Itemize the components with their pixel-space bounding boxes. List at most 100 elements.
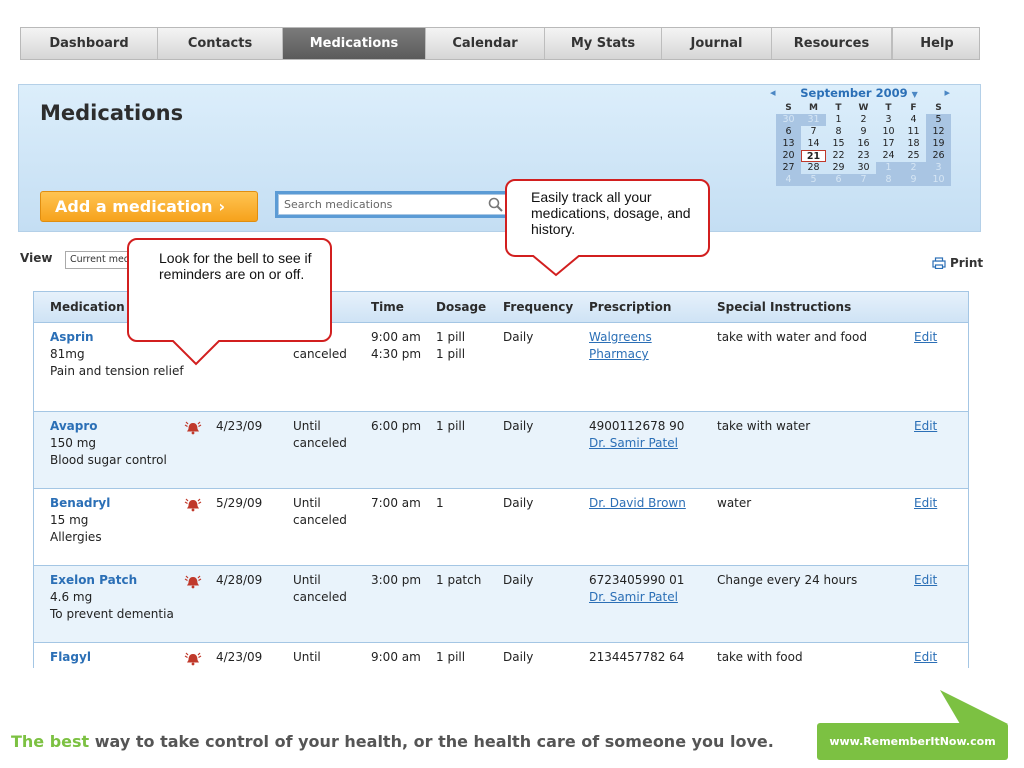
nav-tab-resources[interactable]: Resources <box>772 28 892 59</box>
calendar-grid: S M T W T F S 30 31 1 2 3 4 5 6 7 8 9 10 11 12 13 14 15 16 17 18 19… <box>776 102 954 186</box>
calendar-day[interactable]: 8 <box>826 126 851 138</box>
calendar-day[interactable]: 4 <box>776 174 801 186</box>
website-link[interactable]: www.RememberItNow.com <box>817 723 1008 760</box>
calendar-day[interactable]: 1 <box>826 114 851 126</box>
bell-icon[interactable] <box>184 497 202 512</box>
calendar-day[interactable]: 15 <box>826 138 851 150</box>
calendar-day[interactable]: 8 <box>876 174 901 186</box>
medication-name[interactable]: Flagyl <box>50 649 91 666</box>
medication-name[interactable]: Avapro <box>50 418 98 435</box>
calendar-day[interactable]: 7 <box>801 126 826 138</box>
tagline-highlight: The best <box>11 732 90 751</box>
edit-link-text[interactable]: Edit <box>914 419 937 433</box>
print-button[interactable]: Print <box>932 256 983 270</box>
calendar-day[interactable]: 28 <box>801 162 826 174</box>
table-row: Benadryl 15 mg Allergies 5/29/09 Until cance… <box>34 489 968 566</box>
calendar-day[interactable]: 12 <box>926 126 951 138</box>
nav-tab-dashboard[interactable]: Dashboard <box>21 28 158 59</box>
prescription-number: 2134457782 64 <box>589 650 685 664</box>
calendar-day[interactable]: 14 <box>801 138 826 150</box>
bell-icon[interactable] <box>184 651 202 666</box>
medication-time: 3:00 pm <box>371 573 422 587</box>
calendar-day[interactable]: 24 <box>876 150 901 162</box>
edit-link-text[interactable]: Edit <box>914 573 937 587</box>
calendar-weekday: T <box>885 103 892 113</box>
col-prescription: Prescription <box>589 300 672 314</box>
prescription-link-text[interactable]: Walgreens Pharmacy <box>589 330 652 361</box>
calendar-day[interactable]: 11 <box>901 126 926 138</box>
medication-name[interactable]: Asprin <box>50 329 94 346</box>
search-icon[interactable] <box>487 197 505 213</box>
calendar-day[interactable]: 30 <box>851 162 876 174</box>
nav-tab-calendar[interactable]: Calendar <box>426 28 545 59</box>
calendar-day[interactable]: 9 <box>851 126 876 138</box>
nav-tab-contacts[interactable]: Contacts <box>158 28 283 59</box>
prescription-link-text[interactable]: Dr. Samir Patel <box>589 436 678 450</box>
calendar-dropdown-icon[interactable]: ▼ <box>912 90 918 99</box>
nav-tab-medications[interactable]: Medications <box>283 28 426 59</box>
col-dosage: Dosage <box>436 300 487 314</box>
reminder-start-date: 4/23/09 <box>216 650 263 664</box>
calendar-day[interactable]: 13 <box>776 138 801 150</box>
calendar-day[interactable]: 18 <box>901 138 926 150</box>
edit-link-text[interactable]: Edit <box>914 650 937 664</box>
bell-icon[interactable] <box>184 574 202 589</box>
nav-tab-journal[interactable]: Journal <box>662 28 772 59</box>
calendar-day[interactable]: 7 <box>851 174 876 186</box>
calendar-next-icon[interactable]: ▸ <box>944 86 950 99</box>
calendar-prev-icon[interactable]: ◂ <box>770 86 776 99</box>
calendar-day[interactable]: 30 <box>776 114 801 126</box>
prescription-link[interactable]: Dr. Samir Patel <box>589 589 699 606</box>
prescription-link-text[interactable]: Dr. David Brown <box>589 496 686 510</box>
add-medication-button[interactable]: Add a medication › <box>40 191 258 222</box>
search-input[interactable] <box>284 196 454 213</box>
calendar-day[interactable]: 10 <box>876 126 901 138</box>
calendar-day[interactable]: 25 <box>901 150 926 162</box>
prescription-link[interactable]: Walgreens Pharmacy <box>589 329 699 363</box>
calendar-day[interactable]: 17 <box>876 138 901 150</box>
calendar-day[interactable]: 9 <box>901 174 926 186</box>
calendar-day[interactable]: 26 <box>926 150 951 162</box>
nav-tab-my-stats[interactable]: My Stats <box>545 28 662 59</box>
calendar-day[interactable]: 10 <box>926 174 951 186</box>
calendar-day[interactable]: 20 <box>776 150 801 162</box>
calendar-day[interactable]: 3 <box>876 114 901 126</box>
edit-link[interactable]: Edit <box>914 649 937 666</box>
edit-link-text[interactable]: Edit <box>914 496 937 510</box>
calendar-day[interactable]: 1 <box>876 162 901 174</box>
edit-link[interactable]: Edit <box>914 495 937 512</box>
reminder-end: Until canceled <box>293 573 347 604</box>
medication-name[interactable]: Exelon Patch <box>50 572 137 589</box>
edit-link[interactable]: Edit <box>914 329 937 346</box>
calendar-day[interactable]: 6 <box>826 174 851 186</box>
calendar-day[interactable]: 31 <box>801 114 826 126</box>
calendar-day[interactable]: 2 <box>851 114 876 126</box>
prescription-link[interactable]: Dr. David Brown <box>589 495 699 512</box>
calendar-day[interactable]: 6 <box>776 126 801 138</box>
calendar-day[interactable]: 5 <box>926 114 951 126</box>
tagline-text: way to take control of your health, or t… <box>89 732 774 751</box>
calendar-day[interactable]: 23 <box>851 150 876 162</box>
calendar-day[interactable]: 27 <box>776 162 801 174</box>
bell-icon[interactable] <box>184 420 202 435</box>
calendar-day[interactable]: 5 <box>801 174 826 186</box>
calendar-day[interactable]: 22 <box>826 150 851 162</box>
calendar-day[interactable]: 19 <box>926 138 951 150</box>
edit-link[interactable]: Edit <box>914 572 937 589</box>
medication-frequency: Daily <box>503 419 534 433</box>
calendar-month[interactable]: September 2009 <box>800 86 907 100</box>
prescription-link-text[interactable]: Dr. Samir Patel <box>589 590 678 604</box>
calendar-day[interactable]: 4 <box>901 114 926 126</box>
edit-link[interactable]: Edit <box>914 418 937 435</box>
calendar-day[interactable]: 29 <box>826 162 851 174</box>
medication-name[interactable]: Benadryl <box>50 495 110 512</box>
nav-tab-help[interactable]: Help <box>892 28 981 59</box>
page-title: Medications <box>40 101 184 125</box>
edit-link-text[interactable]: Edit <box>914 330 937 344</box>
calendar-day[interactable]: 3 <box>926 162 951 174</box>
calendar-day[interactable]: 16 <box>851 138 876 150</box>
prescription-link[interactable]: Dr. Samir Patel <box>589 435 699 452</box>
calendar-day[interactable]: 21 <box>801 150 826 162</box>
calendar-day[interactable]: 2 <box>901 162 926 174</box>
table-body: Asprin 81mg Pain and tension relief cancele… <box>34 323 968 704</box>
